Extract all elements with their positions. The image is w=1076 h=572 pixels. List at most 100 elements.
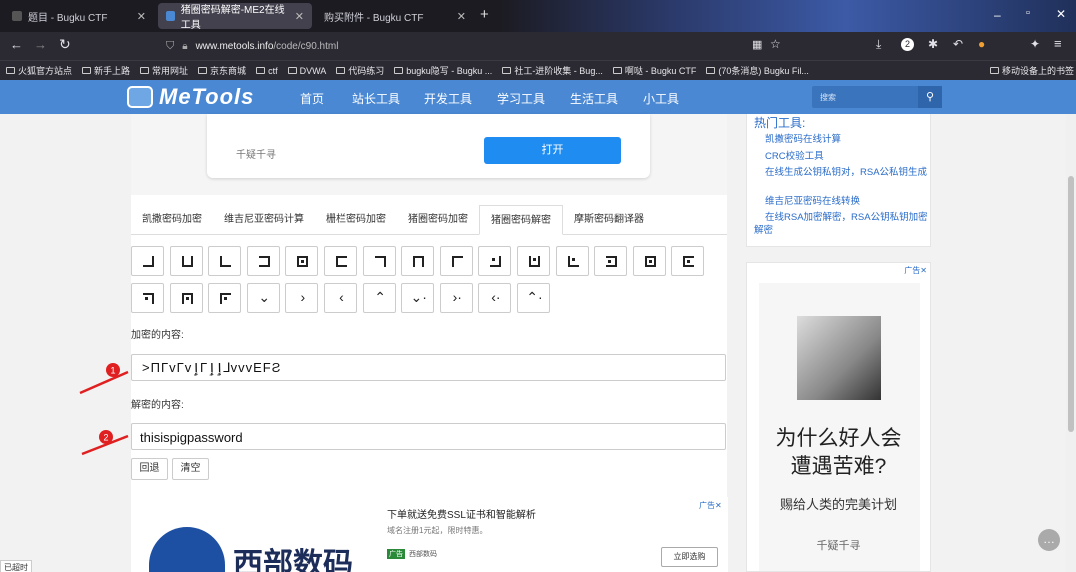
tool-tab[interactable]: 凯撒密码加密 (131, 205, 213, 234)
pigpen-key[interactable]: ›· (439, 283, 473, 313)
tool-tab[interactable]: 猪圈密码解密 (479, 205, 563, 235)
sidebar-ad[interactable]: 广告✕ 为什么好人会遭遇苦难? 赐给人类的完美计划 千疑千寻 (746, 262, 931, 572)
pigpen-key[interactable] (555, 246, 589, 276)
ad-headline: 为什么好人会遭遇苦难? (775, 427, 902, 478)
pigpen-key[interactable] (439, 246, 473, 276)
pigpen-key[interactable] (517, 246, 550, 276)
bookmark-item[interactable]: (70条消息) Bugku Fil... (706, 64, 809, 77)
pigpen-key[interactable]: ⌃ (362, 283, 396, 313)
brand-ad[interactable]: 西部数码 (131, 497, 381, 572)
addons-icon[interactable]: ✦ (1030, 37, 1040, 51)
pigpen-key[interactable]: ⌄ (246, 283, 280, 313)
close-tab-icon[interactable]: ✕ (137, 10, 146, 23)
new-tab-button[interactable]: + (480, 6, 489, 23)
browser-tab-pigpen[interactable]: 猪圈密码解密-ME2在线工具 ✕ (158, 3, 312, 31)
hot-link[interactable]: CRC校验工具 (754, 150, 929, 163)
clear-button[interactable]: 清空 (172, 458, 209, 480)
download-icon[interactable]: ⤓ (876, 37, 881, 52)
search-input[interactable]: 搜索 ⚲ (812, 86, 942, 108)
pigpen-glyph-icon (529, 256, 540, 267)
nav-small-tools[interactable]: 小工具 (643, 90, 679, 107)
pigpen-key[interactable] (169, 246, 203, 276)
tool-tab[interactable]: 猪圈密码加密 (397, 205, 479, 234)
decrypt-field[interactable]: thisispigpassword (131, 423, 726, 450)
bookmark-item[interactable]: 啊哒 - Bugku CTF (612, 64, 696, 77)
encrypt-field[interactable]: >ΠΓvΓvٳΓٳٳ⅃vvvEFƧ (131, 354, 726, 381)
back-icon[interactable]: ← (10, 37, 23, 52)
pigpen-key[interactable] (131, 246, 164, 276)
bookmark-item[interactable]: 京东商城 (198, 64, 246, 77)
bookmark-star-icon[interactable]: ☆ (770, 37, 781, 51)
bookmark-item[interactable]: 社工-进阶收集 - Bug... (502, 64, 603, 77)
tool-tab[interactable]: 栅栏密码加密 (315, 205, 397, 234)
pigpen-key[interactable]: ⌃· (517, 283, 550, 313)
pigpen-glyph-icon: ›· (452, 289, 462, 305)
scrollbar-thumb[interactable] (1068, 176, 1074, 432)
menu-icon[interactable]: ≡ (1054, 36, 1062, 51)
hot-link[interactable]: 在线RSA加密解密，RSA公钥私钥加密解密 (754, 211, 929, 237)
pigpen-key[interactable] (208, 283, 242, 313)
bookmark-item[interactable]: 代码练习 (336, 64, 384, 77)
close-tab-icon[interactable]: ✕ (295, 10, 304, 23)
pigpen-key[interactable]: ⌄· (401, 283, 435, 313)
close-tab-icon[interactable]: ✕ (457, 10, 466, 23)
pigpen-key[interactable] (131, 283, 164, 313)
search-icon[interactable]: ⚲ (918, 86, 942, 108)
qr-icon[interactable]: ▦ (752, 38, 762, 51)
pigpen-key[interactable] (594, 246, 628, 276)
pigpen-key[interactable] (478, 246, 512, 276)
ad-close-tag[interactable]: 广告✕ (904, 265, 927, 276)
account-icon[interactable]: 2 (901, 38, 914, 51)
chat-icon[interactable]: … (1038, 529, 1060, 551)
bookmark-item[interactable]: 移动设备上的书签 (990, 64, 1074, 77)
maximize-icon[interactable]: ▫ (1026, 7, 1030, 19)
hot-link[interactable]: 在线生成公钥私钥对，RSA公私钥生成 (754, 166, 929, 179)
minimize-icon[interactable]: – (994, 8, 1001, 22)
bookmark-item[interactable]: 火狐官方站点 (6, 64, 72, 77)
pigpen-key[interactable] (362, 246, 396, 276)
extension-icon[interactable]: ✱ (928, 37, 938, 51)
nav-life-tools[interactable]: 生活工具 (570, 90, 618, 107)
ad-subtitle: 域名注册1元起，限时特惠。 (387, 526, 488, 535)
nav-home[interactable]: 首页 (300, 90, 324, 107)
nav-webmaster-tools[interactable]: 站长工具 (352, 90, 400, 107)
tool-tab[interactable]: 维吉尼亚密码计算 (213, 205, 315, 234)
pigpen-glyph-icon: ‹· (491, 289, 501, 305)
bookmark-item[interactable]: bugku隐写 - Bugku ... (394, 64, 492, 77)
reload-icon[interactable]: ↻ (59, 36, 71, 53)
ssl-ad[interactable]: 下单就送免费SSL证书和智能解析 域名注册1元起，限时特惠。 广告 西部数码 立… (383, 497, 728, 572)
hot-link[interactable]: 维吉尼亚密码在线转换 (754, 195, 929, 208)
pigpen-key[interactable] (208, 246, 242, 276)
pigpen-key[interactable]: › (285, 283, 319, 313)
pigpen-key[interactable] (671, 246, 705, 276)
site-logo[interactable]: MeTools (127, 84, 254, 110)
bookmark-item[interactable]: 常用网址 (140, 64, 188, 77)
pigpen-key[interactable] (246, 246, 280, 276)
bookmark-item[interactable]: 新手上路 (82, 64, 130, 77)
firefox-icon[interactable]: ● (978, 37, 985, 51)
nav-dev-tools[interactable]: 开发工具 (424, 90, 472, 107)
nav-learn-tools[interactable]: 学习工具 (497, 90, 545, 107)
scrollbar[interactable] (1066, 114, 1076, 572)
buy-now-button[interactable]: 立即选购 (661, 547, 718, 567)
hot-link[interactable]: 凯撒密码在线计算 (754, 133, 929, 146)
undo-icon[interactable]: ↶ (953, 37, 963, 51)
pigpen-key[interactable]: ‹· (478, 283, 512, 313)
forward-icon[interactable]: → (34, 37, 47, 52)
bookmark-item[interactable]: DVWA (287, 66, 326, 76)
pigpen-key[interactable] (401, 246, 435, 276)
tool-tab[interactable]: 摩斯密码翻译器 (563, 205, 655, 234)
back-button[interactable]: 回退 (131, 458, 168, 480)
browser-tab-buy[interactable]: 购买附件 - Bugku CTF ✕ (316, 3, 474, 29)
pigpen-key[interactable] (285, 246, 319, 276)
close-window-icon[interactable]: ✕ (1056, 7, 1066, 21)
pigpen-key[interactable] (632, 246, 666, 276)
address-bar[interactable]: ⛉ 🔒︎ www.metools.info/code/c90.html (160, 35, 740, 57)
ad-close-tag[interactable]: 广告✕ (699, 500, 722, 511)
pigpen-key[interactable] (324, 246, 357, 276)
pigpen-key[interactable]: ‹ (324, 283, 357, 313)
pigpen-key[interactable] (169, 283, 203, 313)
open-button[interactable]: 打开 (484, 137, 621, 164)
bookmark-item[interactable]: ctf (256, 66, 278, 76)
browser-tab-bugku[interactable]: 题目 - Bugku CTF ✕ (4, 3, 154, 29)
